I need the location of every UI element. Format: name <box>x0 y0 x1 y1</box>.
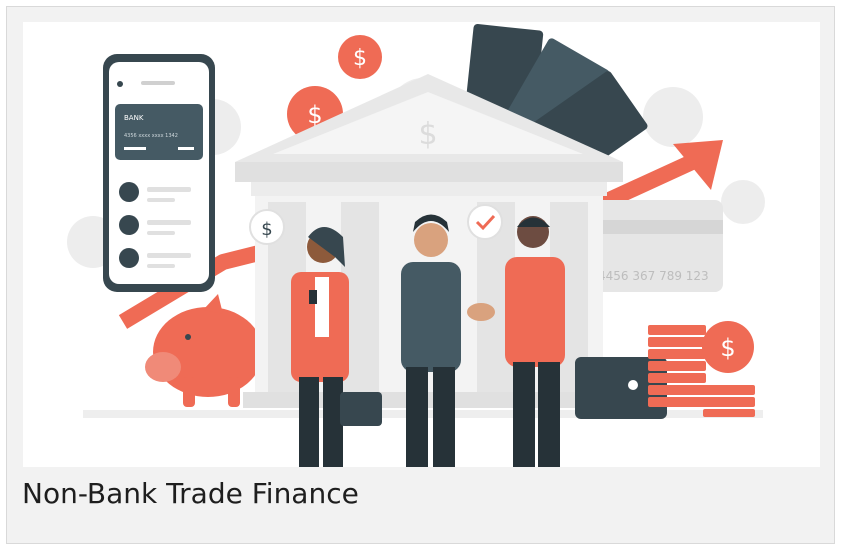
credit-card-number: 4456 367 789 123 <box>598 269 709 283</box>
dollar-coin-icon: $ <box>702 321 754 373</box>
credit-card-icon: 4456 367 789 123 <box>583 200 723 292</box>
phone-card-number: 4356 xxxx xxxx 1342 <box>124 133 178 139</box>
article-card[interactable]: $ $ 4456 367 789 123 BANK 4356 xxxx xxxx… <box>6 6 835 544</box>
svg-text:$: $ <box>261 219 272 240</box>
checkmark-bubble-icon <box>467 204 503 240</box>
svg-text:$: $ <box>418 117 437 152</box>
svg-text:$: $ <box>353 46 367 71</box>
piggy-bank-icon <box>145 294 263 407</box>
svg-text:$: $ <box>720 334 735 362</box>
phone-app-icon: BANK 4356 xxxx xxxx 1342 <box>103 54 215 292</box>
dollar-bubble-icon: $ <box>249 209 285 245</box>
handshake-icon <box>467 303 495 321</box>
phone-card-label: BANK <box>124 114 144 122</box>
card-title[interactable]: Non-Bank Trade Finance <box>22 477 359 511</box>
bank-illustration: $ $ 4456 367 789 123 BANK 4356 xxxx xxxx… <box>23 22 820 467</box>
